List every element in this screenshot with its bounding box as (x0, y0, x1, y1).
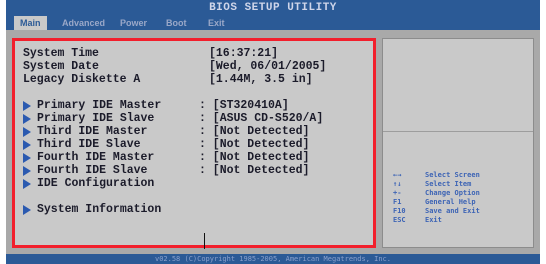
submenu-arrow-icon (23, 205, 31, 215)
ide-configuration-item[interactable]: IDE Configuration (23, 177, 154, 190)
third-ide-slave-item[interactable]: Third IDE Slave : [Not Detected] (23, 138, 309, 151)
device-label: Third IDE Master (37, 125, 148, 138)
main-settings-panel: System Time [16:37:21] System Date [Wed,… (12, 38, 376, 248)
help-divider (383, 131, 533, 132)
bios-screen: BIOS SETUP UTILITY Main Advanced Power B… (6, 0, 540, 264)
menu-bar: BIOS SETUP UTILITY Main Advanced Power B… (6, 0, 540, 30)
device-value: : [Not Detected] (199, 164, 310, 177)
fourth-ide-master-item[interactable]: Fourth IDE Master : [Not Detected] (23, 151, 309, 164)
key-save-exit: F10 (393, 207, 406, 215)
submenu-arrow-icon (23, 140, 31, 150)
tab-main[interactable]: Main (14, 16, 47, 30)
tab-advanced[interactable]: Advanced (56, 16, 111, 30)
key-change-option: +- (393, 189, 402, 197)
device-label: Fourth IDE Master (37, 151, 155, 164)
third-ide-master-item[interactable]: Third IDE Master : [Not Detected] (23, 125, 309, 138)
legacy-diskette-row[interactable]: Legacy Diskette A [1.44M, 3.5 in] (23, 73, 313, 86)
device-label: Primary IDE Slave (37, 112, 155, 125)
system-time-row[interactable]: System Time [16:37:21] (23, 47, 278, 60)
device-value: : [ST320410A] (199, 99, 289, 112)
footer-bar: v02.58 (C)Copyright 1985-2005, American … (6, 254, 540, 264)
tab-power[interactable]: Power (114, 16, 153, 30)
help-panel: ←→ Select Screen ↑↓ Select Item +- Chang… (382, 38, 534, 248)
desc-select-screen: Select Screen (425, 171, 480, 179)
desc-select-item: Select Item (425, 180, 472, 188)
tab-boot[interactable]: Boot (160, 16, 193, 30)
fourth-ide-slave-item[interactable]: Fourth IDE Slave : [Not Detected] (23, 164, 309, 177)
system-information-label: System Information (37, 203, 162, 216)
device-value: : [Not Detected] (199, 138, 310, 151)
system-date-value[interactable]: [Wed, 06/01/2005] (209, 60, 326, 73)
primary-ide-master-item[interactable]: Primary IDE Master : [ST320410A] (23, 99, 289, 112)
submenu-arrow-icon (23, 166, 31, 176)
utility-title: BIOS SETUP UTILITY (209, 2, 337, 14)
device-value: : [ASUS CD-S520/A] (199, 112, 324, 125)
device-label: Primary IDE Master (37, 99, 162, 112)
submenu-arrow-icon (23, 179, 31, 189)
key-select-screen: ←→ (393, 171, 402, 179)
legacy-diskette-value[interactable]: [1.44M, 3.5 in] (209, 73, 313, 86)
key-exit: ESC (393, 216, 406, 224)
device-label: Fourth IDE Slave (37, 164, 148, 177)
desc-exit: Exit (425, 216, 442, 224)
desc-save-exit: Save and Exit (425, 207, 480, 215)
primary-ide-slave-item[interactable]: Primary IDE Slave : [ASUS CD-S520/A] (23, 112, 323, 125)
system-date-label: System Date (23, 60, 99, 73)
desc-general-help: General Help (425, 198, 476, 206)
device-label: Third IDE Slave (37, 138, 141, 151)
tab-exit[interactable]: Exit (202, 16, 231, 30)
ide-configuration-label: IDE Configuration (37, 177, 155, 190)
key-select-item: ↑↓ (393, 180, 402, 188)
callout-line (204, 233, 205, 249)
submenu-arrow-icon (23, 114, 31, 124)
system-date-row[interactable]: System Date [Wed, 06/01/2005] (23, 60, 326, 73)
system-time-value[interactable]: [16:37:21] (209, 47, 278, 60)
system-time-label: System Time (23, 47, 99, 60)
submenu-arrow-icon (23, 127, 31, 137)
system-information-item[interactable]: System Information (23, 203, 161, 216)
device-value: : [Not Detected] (199, 125, 310, 138)
submenu-arrow-icon (23, 153, 31, 163)
legacy-diskette-label: Legacy Diskette A (23, 73, 141, 86)
copyright-text: v02.58 (C)Copyright 1985-2005, American … (154, 255, 391, 263)
key-general-help: F1 (393, 198, 402, 206)
submenu-arrow-icon (23, 101, 31, 111)
desc-change-option: Change Option (425, 189, 480, 197)
device-value: : [Not Detected] (199, 151, 310, 164)
